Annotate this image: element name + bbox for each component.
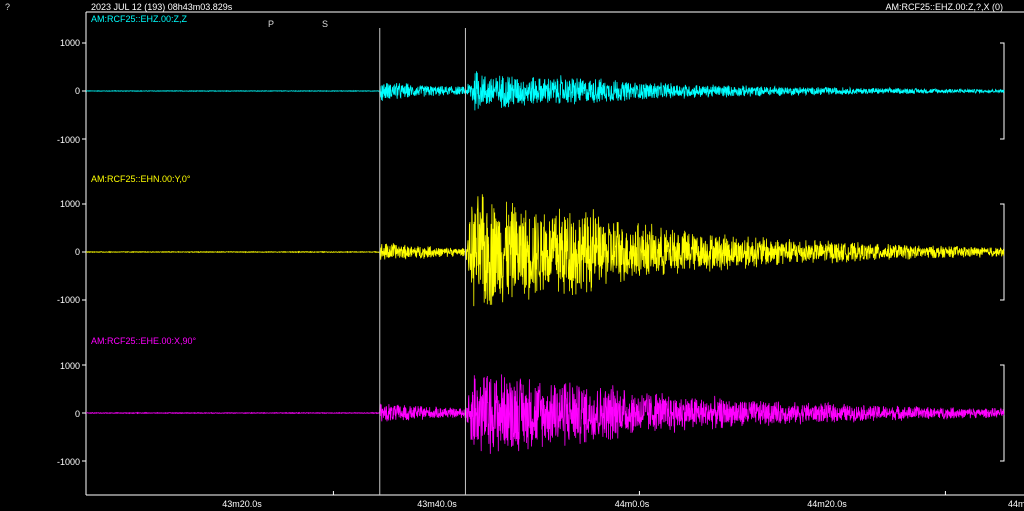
ytick-label: -1000 bbox=[57, 457, 80, 467]
phase-label-s: S bbox=[322, 19, 328, 29]
seismogram-plot: ? 2023 JUL 12 (193) 08h43m03.829s AM:RCF… bbox=[0, 0, 1024, 511]
phase-label-p: P bbox=[268, 19, 274, 29]
xtick-label: 44m20.0s bbox=[807, 499, 847, 509]
station-channel-info: AM:RCF25::EHZ.00:Z,?,X (0) bbox=[885, 2, 1003, 12]
ytick-label: -1000 bbox=[57, 295, 80, 305]
ytick-label: 1000 bbox=[60, 199, 80, 209]
record-datetime: 2023 JUL 12 (193) 08h43m03.829s bbox=[91, 2, 233, 12]
help-icon[interactable]: ? bbox=[5, 2, 10, 12]
trace-label-ehe: AM:RCF25::EHE.00:X,90° bbox=[91, 336, 197, 346]
trace-label-ehn: AM:RCF25::EHN.00:Y,0° bbox=[91, 174, 191, 184]
trace-label-ehz: AM:RCF25::EHZ.00:Z,Z bbox=[91, 14, 188, 24]
ytick-label: 0 bbox=[75, 86, 80, 96]
ytick-label: 1000 bbox=[60, 361, 80, 371]
ytick-label: 1000 bbox=[60, 38, 80, 48]
ytick-label: 0 bbox=[75, 409, 80, 419]
ytick-label: 0 bbox=[75, 247, 80, 257]
xtick-label: 44m4 bbox=[1008, 499, 1024, 509]
xtick-label: 44m0.0s bbox=[615, 499, 650, 509]
ytick-label: -1000 bbox=[57, 135, 80, 145]
xtick-label: 43m20.0s bbox=[222, 499, 262, 509]
xtick-label: 43m40.0s bbox=[417, 499, 457, 509]
